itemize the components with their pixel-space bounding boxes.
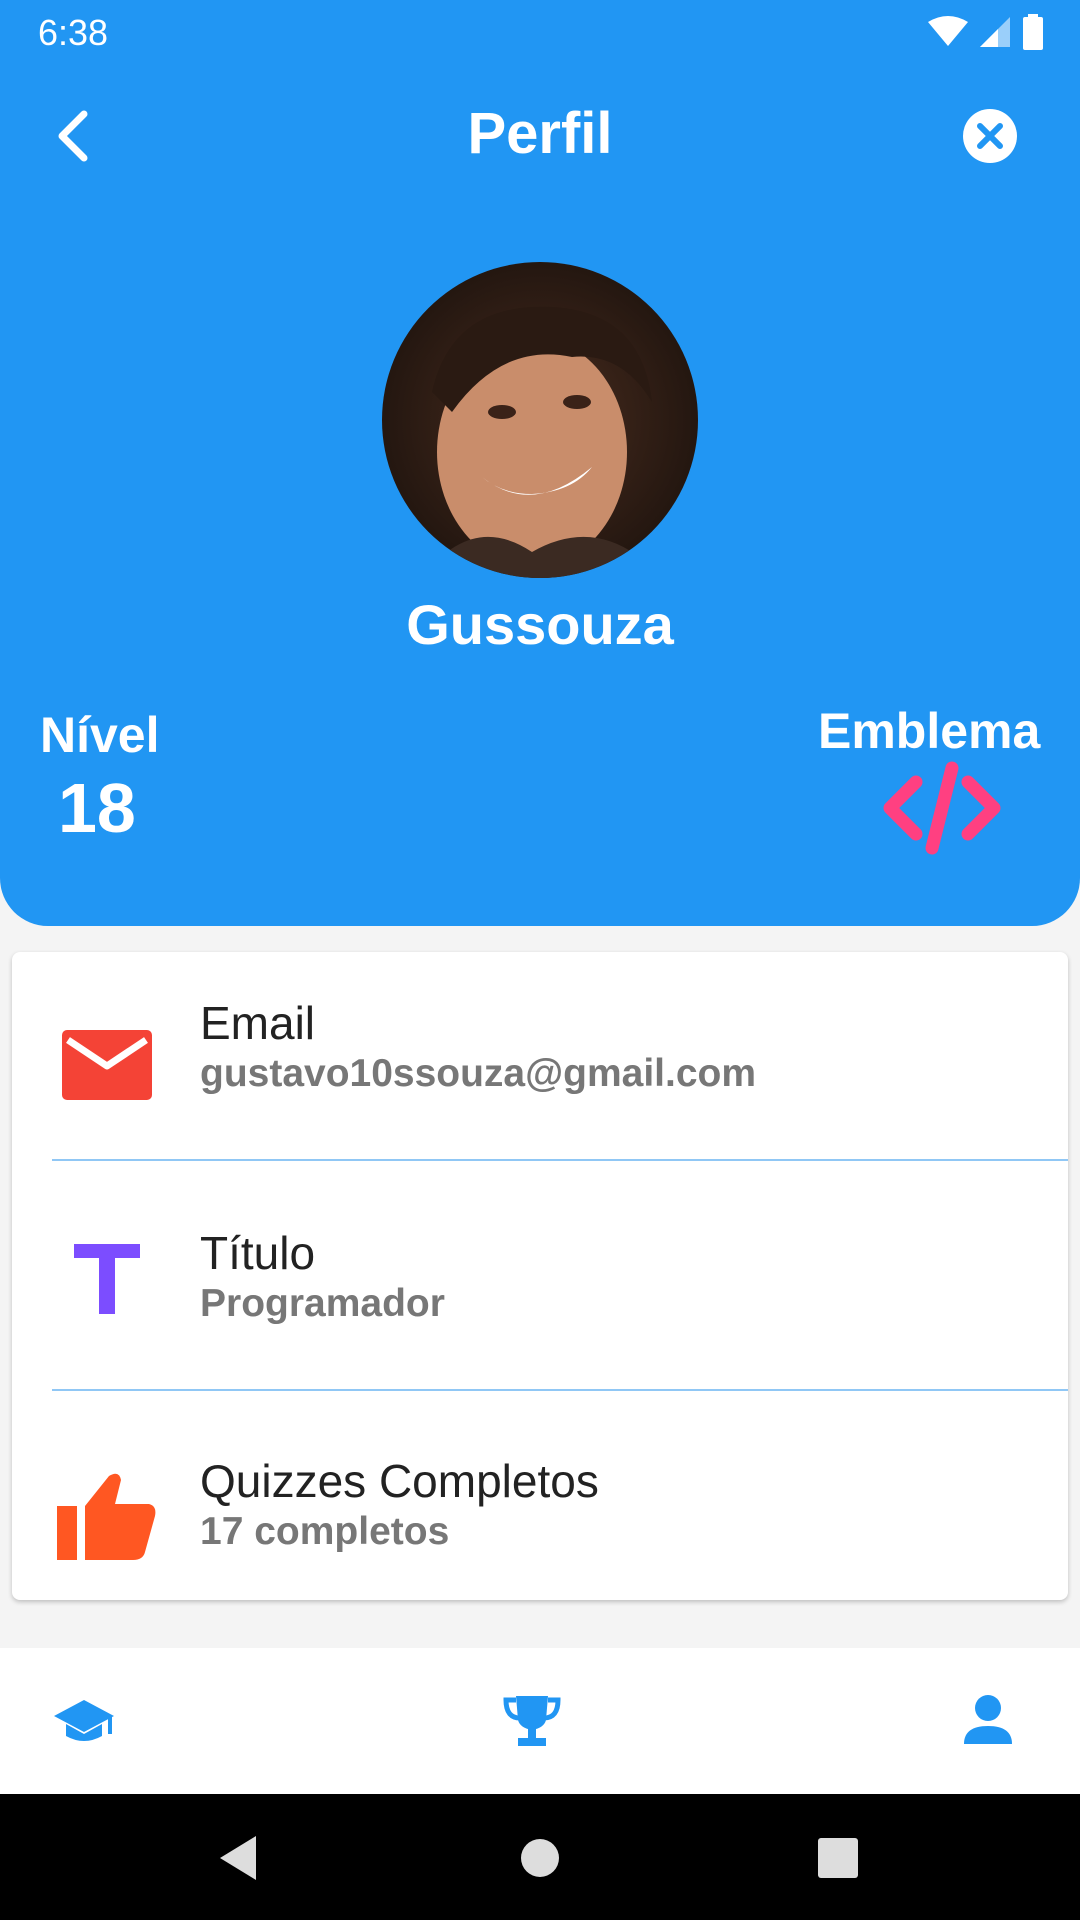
trophy-icon <box>503 1696 561 1746</box>
title-value: Programador <box>200 1282 445 1325</box>
triangle-back-icon <box>220 1836 256 1880</box>
profile-info-card: Email gustavo10ssouza@gmail.com Título P… <box>12 952 1068 1600</box>
level-label: Nível <box>40 707 160 763</box>
list-item-title[interactable]: Título Programador <box>12 1182 1068 1412</box>
divider <box>52 1389 1068 1391</box>
system-home-button[interactable] <box>512 1830 568 1886</box>
code-icon <box>880 760 1004 856</box>
close-circle-icon <box>963 109 1017 163</box>
nav-profile[interactable] <box>956 1688 1026 1758</box>
close-button[interactable] <box>962 108 1018 164</box>
nav-courses[interactable] <box>52 1688 122 1758</box>
page-title: Perfil <box>467 101 613 166</box>
mail-icon <box>52 1010 162 1120</box>
graduation-cap-icon <box>54 1700 114 1741</box>
system-navigation-bar <box>0 1794 1080 1920</box>
status-icons <box>928 12 1044 52</box>
level-value: 18 <box>58 769 136 847</box>
square-recents-icon <box>818 1838 858 1878</box>
list-item-email[interactable]: Email gustavo10ssouza@gmail.com <box>12 952 1068 1182</box>
badge-label: Emblema <box>818 703 1041 759</box>
circle-home-icon <box>521 1839 559 1877</box>
status-time: 6:38 <box>38 12 109 53</box>
email-title: Email <box>200 997 316 1049</box>
avatar <box>382 262 698 578</box>
status-bar: 6:38 <box>0 0 1080 64</box>
system-recents-button[interactable] <box>810 1830 866 1886</box>
signal-icon <box>980 17 1010 47</box>
list-item-quizzes[interactable]: Quizzes Completos 17 completos <box>12 1412 1068 1642</box>
person-icon <box>964 1695 1012 1744</box>
title-t-icon <box>52 1224 162 1334</box>
nav-ranking[interactable] <box>500 1688 570 1758</box>
system-back-button[interactable] <box>212 1830 268 1886</box>
title-label: Título <box>200 1227 316 1279</box>
quizzes-value: 17 completos <box>200 1510 450 1553</box>
battery-icon <box>1023 14 1043 50</box>
bottom-navigation <box>0 1648 1080 1794</box>
avatar-photo <box>382 262 698 578</box>
wifi-icon <box>928 16 968 46</box>
email-value: gustavo10ssouza@gmail.com <box>200 1052 757 1095</box>
thumb-up-icon <box>52 1460 162 1570</box>
divider <box>52 1159 1068 1161</box>
quizzes-title: Quizzes Completos <box>200 1455 599 1507</box>
username: Gussouza <box>406 593 674 656</box>
